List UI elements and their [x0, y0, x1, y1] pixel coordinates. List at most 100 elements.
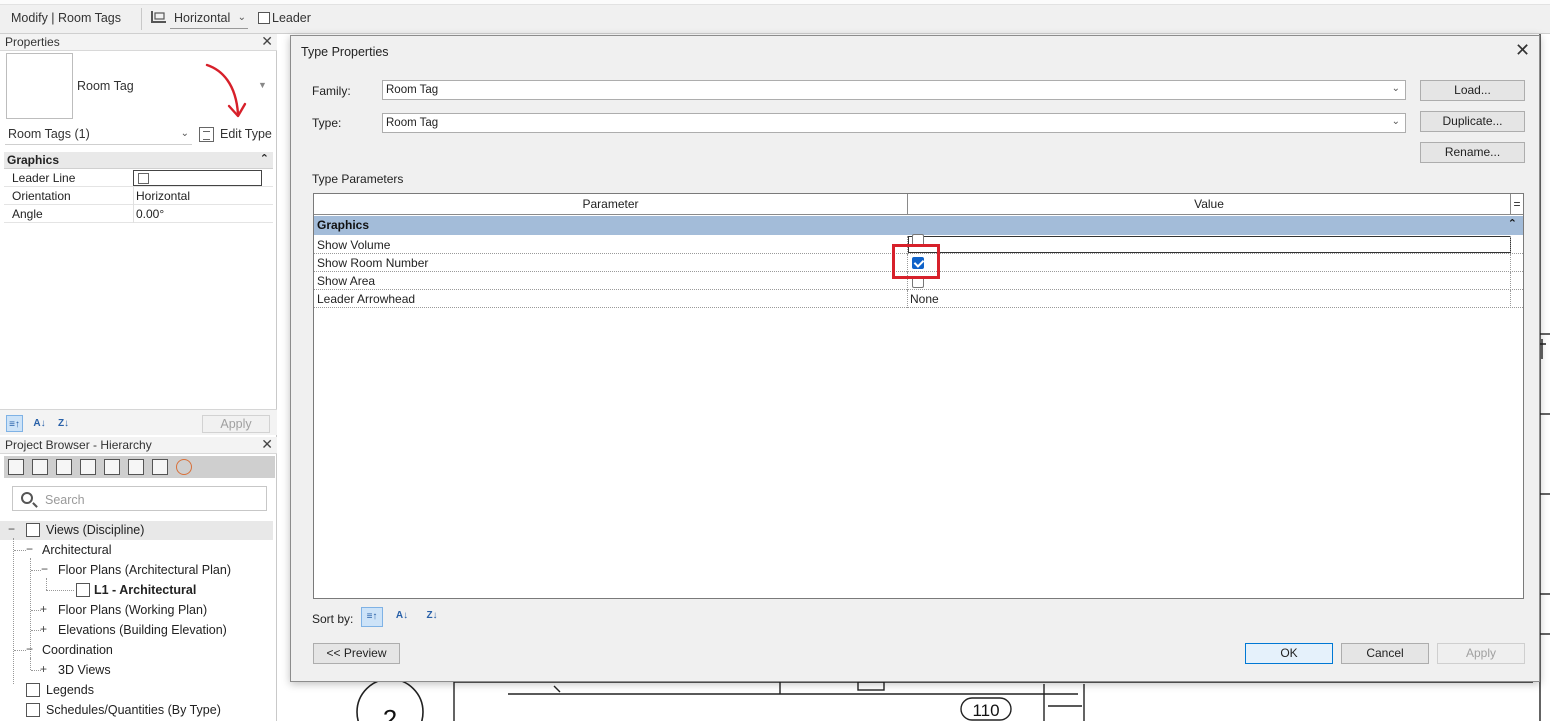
chevron-down-icon: ⌄	[180, 128, 189, 139]
edit-type-label: Edit Type	[220, 127, 272, 141]
expand-icon[interactable]: +	[40, 662, 47, 676]
tree-item-floor-plans-working[interactable]: Floor Plans (Working Plan)	[58, 603, 207, 617]
param-name: Leader Arrowhead	[317, 292, 416, 306]
close-icon[interactable]: ✕	[1515, 41, 1530, 59]
chevron-down-icon: ⌄	[237, 12, 246, 23]
expand-icon[interactable]: +	[40, 602, 47, 616]
graphics-section-header[interactable]: Graphics ⌃	[4, 152, 273, 169]
collapse-icon[interactable]: −	[26, 542, 33, 556]
expand-icon[interactable]: +	[40, 622, 47, 636]
tree-line	[13, 538, 14, 684]
properties-footer: ≡↑ A↓ Z↓ Apply	[0, 409, 277, 435]
sort-ascending-icon[interactable]: A↓	[31, 415, 48, 432]
selection-filter-value: Room Tags (1)	[8, 127, 90, 141]
schedules-icon[interactable]	[80, 459, 96, 475]
column-divider	[1510, 290, 1511, 308]
close-icon[interactable]: ✕	[261, 436, 273, 453]
leader-line-checkbox[interactable]	[138, 173, 149, 184]
type-selector-name[interactable]: Room Tag	[77, 79, 134, 93]
graphics-section-label: Graphics	[7, 153, 60, 167]
sort-ascending-icon[interactable]: A↓	[391, 607, 413, 627]
property-row-leader-line[interactable]: Leader Line	[4, 169, 273, 187]
column-menu-icon[interactable]: =	[1511, 197, 1523, 211]
collapse-icon[interactable]: ⌃	[260, 152, 269, 165]
tree-line	[14, 650, 26, 651]
selection-filter-dropdown[interactable]: Room Tags (1) ⌄	[5, 125, 192, 145]
column-divider	[1510, 236, 1511, 254]
type-selector-chevron-icon[interactable]: ▼	[258, 80, 267, 90]
load-button[interactable]: Load...	[1420, 80, 1525, 101]
dialog-title: Type Properties	[301, 45, 389, 59]
collapse-icon[interactable]: −	[8, 522, 15, 536]
leader-label: Leader	[272, 11, 311, 25]
tree-item-floor-plans-architectural[interactable]: Floor Plans (Architectural Plan)	[58, 563, 231, 577]
properties-header: Properties ✕	[0, 33, 277, 51]
graphics-section-header[interactable]: Graphics ⌃	[314, 216, 1523, 235]
sort-descending-icon[interactable]: Z↓	[55, 415, 72, 432]
param-name: Show Area	[317, 274, 376, 288]
rename-button[interactable]: Rename...	[1420, 142, 1525, 163]
search-icon	[21, 492, 33, 504]
property-row-angle[interactable]: Angle 0.00°	[4, 205, 273, 223]
project-browser-search[interactable]: Search	[12, 486, 267, 511]
legends-icon[interactable]	[104, 459, 120, 475]
property-row-orientation[interactable]: Orientation Horizontal	[4, 187, 273, 205]
floor-plan-view-icon	[76, 583, 90, 597]
leader-line-value-box[interactable]	[133, 170, 262, 186]
sort-grouped-icon[interactable]: ≡↑	[361, 607, 383, 627]
link-icon[interactable]	[176, 459, 192, 475]
collapse-icon[interactable]: −	[26, 642, 33, 656]
tree-line	[46, 578, 47, 590]
value-column-header[interactable]: Value	[908, 197, 1510, 211]
search-input[interactable]: Search	[45, 493, 85, 507]
dialog-apply-button[interactable]: Apply	[1437, 643, 1525, 664]
orientation-dropdown[interactable]: Horizontal ⌄	[170, 9, 248, 29]
annotation-arrow-icon	[205, 63, 247, 118]
tree-line	[14, 550, 26, 551]
collapse-icon[interactable]: ⌃	[1508, 217, 1517, 230]
duplicate-button[interactable]: Duplicate...	[1420, 111, 1525, 132]
family-value: Room Tag	[386, 84, 439, 96]
tree-item-schedules[interactable]: Schedules/Quantities (By Type)	[46, 703, 221, 717]
cancel-button[interactable]: Cancel	[1341, 643, 1429, 664]
tree-item-3d-views[interactable]: 3D Views	[58, 663, 111, 677]
instance-properties-grid: Graphics ⌃ Leader Line Orientation Horiz…	[4, 152, 273, 223]
property-key: Angle	[12, 207, 43, 221]
sort-grouped-icon[interactable]: ≡↑	[6, 415, 23, 432]
column-divider	[907, 290, 908, 308]
param-name: Show Volume	[317, 238, 391, 252]
show-volume-value-cell[interactable]	[908, 236, 1511, 253]
edit-type-icon	[199, 127, 214, 142]
leader-checkbox[interactable]	[258, 12, 270, 24]
room-tag-number[interactable]: 110	[972, 701, 999, 720]
left-pane: Properties ✕ Room Tag ▼ Room Tags (1) ⌄ …	[0, 33, 277, 721]
tree-item-architectural[interactable]: Architectural	[42, 543, 111, 557]
tag-orientation-icon	[151, 11, 166, 23]
tree-item-legends[interactable]: Legends	[46, 683, 94, 697]
parameter-column-header[interactable]: Parameter	[314, 197, 907, 211]
families-icon[interactable]	[128, 459, 144, 475]
leader-arrowhead-value[interactable]: None	[910, 292, 939, 306]
legends-icon	[26, 683, 40, 697]
tree-item-coordination[interactable]: Coordination	[42, 643, 113, 657]
views-icon[interactable]	[32, 459, 48, 475]
type-dropdown[interactable]: Room Tag ⌄	[382, 113, 1406, 133]
ok-button[interactable]: OK	[1245, 643, 1333, 664]
tree-line	[31, 570, 41, 571]
sheets-icon[interactable]	[56, 459, 72, 475]
preview-button[interactable]: << Preview	[313, 643, 400, 664]
family-dropdown[interactable]: Room Tag ⌄	[382, 80, 1406, 100]
home-icon[interactable]	[8, 459, 24, 475]
sort-descending-icon[interactable]: Z↓	[421, 607, 443, 627]
tree-item-label: Views (Discipline)	[46, 523, 145, 537]
close-icon[interactable]: ✕	[261, 33, 273, 50]
groups-icon[interactable]	[152, 459, 168, 475]
collapse-icon[interactable]: −	[41, 562, 48, 576]
param-row-leader-arrowhead[interactable]: Leader Arrowhead None	[314, 290, 1523, 308]
tree-item-elevations[interactable]: Elevations (Building Elevation)	[58, 623, 227, 637]
edit-type-button[interactable]: Edit Type	[197, 126, 273, 145]
grid-header: Parameter Value =	[314, 194, 1523, 215]
schedules-icon	[26, 703, 40, 717]
properties-apply-button[interactable]: Apply	[202, 415, 270, 433]
tree-item-l1-architectural[interactable]: L1 - Architectural	[94, 583, 196, 597]
